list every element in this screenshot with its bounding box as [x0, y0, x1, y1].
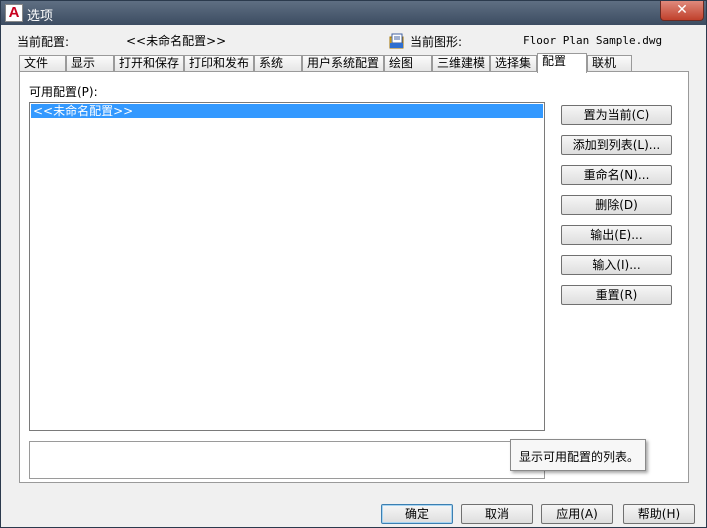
import-button[interactable]: 输入(I)... [561, 255, 672, 275]
rename-button[interactable]: 重命名(N)... [561, 165, 672, 185]
tab-drafting[interactable]: 绘图 [384, 55, 432, 72]
available-profiles-label: 可用配置(P): [29, 85, 98, 99]
set-current-button[interactable]: 置为当前(C) [561, 105, 672, 125]
profiles-listbox[interactable]: <<未命名配置>> [29, 102, 545, 431]
cancel-button[interactable]: 取消 [461, 504, 533, 524]
delete-button[interactable]: 删除(D) [561, 195, 672, 215]
tab-online[interactable]: 联机 [587, 55, 632, 72]
apply-button[interactable]: 应用(A) [541, 504, 613, 524]
options-dialog: A 选项 ✕ 当前配置: <<未命名配置>> 当前图形: Floor Plan … [0, 0, 707, 528]
title-bar: A 选项 ✕ [1, 1, 706, 25]
list-item[interactable]: <<未命名配置>> [31, 104, 543, 118]
current-drawing-value: Floor Plan Sample.dwg [523, 34, 663, 47]
current-drawing-label: 当前图形: [410, 35, 463, 49]
tooltip: 显示可用配置的列表。 [510, 439, 646, 471]
reset-button[interactable]: 重置(R) [561, 285, 672, 305]
help-button[interactable]: 帮助(H) [623, 504, 695, 524]
tab-system[interactable]: 系统 [254, 55, 302, 72]
tab-profiles[interactable]: 配置 [537, 53, 587, 73]
add-to-list-button[interactable]: 添加到列表(L)... [561, 135, 672, 155]
tab-plot-publish[interactable]: 打印和发布 [184, 55, 254, 72]
window-title: 选项 [27, 9, 54, 24]
current-profile-value: <<未命名配置>> [126, 34, 227, 48]
tab-3d-modeling[interactable]: 三维建模 [432, 55, 490, 72]
export-button[interactable]: 输出(E)... [561, 225, 672, 245]
tab-display[interactable]: 显示 [66, 55, 114, 72]
tab-files[interactable]: 文件 [19, 55, 66, 72]
ok-button[interactable]: 确定 [381, 504, 453, 524]
autocad-logo-icon: A [5, 4, 23, 22]
tab-open-save[interactable]: 打开和保存 [114, 55, 184, 72]
current-profile-label: 当前配置: [17, 35, 70, 49]
description-box [29, 441, 545, 479]
tab-selection[interactable]: 选择集 [490, 55, 537, 72]
close-button[interactable]: ✕ [660, 1, 704, 21]
drawing-file-icon [389, 33, 404, 49]
tab-user-preferences[interactable]: 用户系统配置 [302, 55, 384, 72]
